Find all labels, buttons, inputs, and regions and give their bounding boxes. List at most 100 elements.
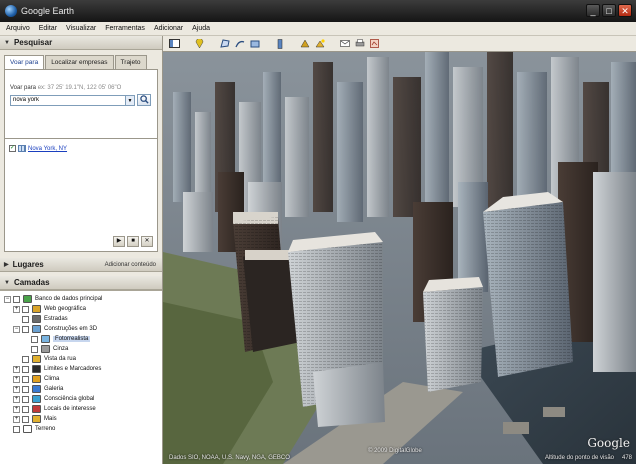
- map-viewport[interactable]: Dados SIO, NOAA, U.S. Navy, NGA, GEBCO ©…: [163, 52, 636, 464]
- close-button[interactable]: ✕: [618, 4, 632, 17]
- add-content-link[interactable]: Adicionar conteúdo: [105, 262, 156, 268]
- print-icon[interactable]: [354, 39, 365, 49]
- collapse-triangle-icon: ▼: [4, 39, 10, 46]
- layer-checkbox[interactable]: [22, 355, 29, 363]
- result-item[interactable]: ✓ Nova York, NY: [5, 139, 157, 152]
- expand-icon[interactable]: +: [13, 375, 20, 383]
- maps-icon[interactable]: [369, 39, 380, 49]
- layer-checkbox[interactable]: [31, 345, 38, 353]
- path-icon[interactable]: [234, 39, 245, 49]
- layer-item[interactable]: + Mais: [4, 414, 162, 424]
- layer-item[interactable]: + Clima: [4, 374, 162, 384]
- layer-checkbox[interactable]: [22, 315, 29, 323]
- tab-voar-para[interactable]: Voar para: [4, 55, 45, 69]
- expand-icon[interactable]: +: [13, 305, 20, 313]
- expand-icon[interactable]: +: [13, 365, 20, 373]
- left-panel: ▼ Pesquisar Voar para Localizar empresas…: [0, 36, 163, 464]
- tab-localizar-empresas[interactable]: Localizar empresas: [45, 55, 114, 69]
- tower-center-low: [313, 362, 385, 427]
- layer-item[interactable]: Terreno: [4, 424, 162, 434]
- minimize-button[interactable]: _: [586, 4, 600, 17]
- layer-icon: [32, 305, 41, 313]
- layer-item[interactable]: + Locais de interesse: [4, 404, 162, 414]
- layers-panel-header[interactable]: ▼ Camadas: [0, 276, 162, 290]
- layer-item[interactable]: Vista da rua: [4, 354, 162, 364]
- layer-item[interactable]: − Construções em 3D: [4, 324, 162, 334]
- layer-checkbox[interactable]: [22, 325, 29, 333]
- result-link[interactable]: Nova York, NY: [28, 146, 67, 152]
- layer-label: Construções em 3D: [44, 326, 98, 332]
- tab-trajeto[interactable]: Trajeto: [114, 55, 147, 69]
- layer-icon: [41, 345, 50, 353]
- layer-label: Locais de interesse: [44, 406, 96, 412]
- layer-checkbox[interactable]: [22, 305, 29, 313]
- layer-icon: [32, 385, 41, 393]
- imagery-credit: Dados SIO, NOAA, U.S. Navy, NGA, GEBCO: [169, 455, 290, 461]
- maximize-button[interactable]: □: [602, 4, 616, 17]
- layer-icon: [23, 425, 32, 433]
- expand-icon[interactable]: +: [13, 405, 20, 413]
- city-3d-scene: [163, 52, 636, 464]
- sun-icon[interactable]: [314, 39, 325, 49]
- layer-label: Consciência global: [44, 396, 95, 402]
- sidebar-toggle-icon[interactable]: [169, 39, 180, 49]
- places-panel-header[interactable]: ▶ Lugares Adicionar conteúdo: [0, 258, 162, 272]
- expand-icon[interactable]: +: [13, 395, 20, 403]
- overlay-icon[interactable]: [249, 39, 260, 49]
- layer-checkbox[interactable]: [22, 395, 29, 403]
- collapse-icon[interactable]: −: [4, 295, 11, 303]
- menu-editar[interactable]: Editar: [39, 25, 57, 32]
- layer-label: Web geográfica: [44, 306, 86, 312]
- history-icon[interactable]: [299, 39, 310, 49]
- search-button[interactable]: [137, 94, 151, 106]
- menu-visualizar[interactable]: Visualizar: [66, 25, 96, 32]
- menu-ferramentas[interactable]: Ferramentas: [105, 25, 145, 32]
- layer-checkbox[interactable]: [13, 295, 20, 303]
- toolbar: [163, 36, 636, 52]
- layer-item[interactable]: + Limites e Marcadores: [4, 364, 162, 374]
- menu-adicionar[interactable]: Adicionar: [154, 25, 183, 32]
- polygon-icon[interactable]: [219, 39, 230, 49]
- layer-checkbox[interactable]: [22, 415, 29, 423]
- layer-checkbox[interactable]: [31, 335, 38, 343]
- altitude-label: Altitude do ponto de visão: [544, 455, 614, 461]
- fly-to-hint: ex: 37 25' 19.1"N, 122 05' 06"O: [37, 85, 122, 91]
- layer-item[interactable]: + Web geográfica: [4, 304, 162, 314]
- layer-icon: [32, 415, 41, 423]
- collapse-icon[interactable]: −: [13, 325, 20, 333]
- layer-item[interactable]: + Galeria: [4, 384, 162, 394]
- placemark-icon[interactable]: [194, 38, 205, 49]
- layer-item[interactable]: Fotorrealista: [4, 334, 162, 344]
- layer-checkbox[interactable]: [22, 385, 29, 393]
- layer-item[interactable]: + Consciência global: [4, 394, 162, 404]
- clear-button[interactable]: ✕: [141, 236, 153, 247]
- layer-label: Galeria: [44, 386, 64, 392]
- expand-icon[interactable]: +: [13, 415, 20, 423]
- layer-label: Terreno: [35, 426, 56, 432]
- play-button[interactable]: ▶: [113, 236, 125, 247]
- layer-item[interactable]: − Banco de dados principal: [4, 294, 162, 304]
- search-panel-header[interactable]: ▼ Pesquisar: [0, 36, 162, 50]
- layer-icon: [32, 365, 41, 373]
- menu-ajuda[interactable]: Ajuda: [192, 25, 210, 32]
- tour-icon[interactable]: [274, 38, 285, 49]
- layer-checkbox[interactable]: [22, 405, 29, 413]
- expand-icon[interactable]: +: [13, 385, 20, 393]
- google-logo: Google: [587, 436, 630, 450]
- layer-checkbox[interactable]: [22, 375, 29, 383]
- search-history-dropdown[interactable]: ▼: [126, 94, 135, 106]
- fly-to-label-text: Voar para: [10, 85, 37, 91]
- layer-checkbox[interactable]: [22, 365, 29, 373]
- planet-icon[interactable]: [339, 39, 350, 49]
- search-tabs: Voar para Localizar empresas Trajeto: [4, 55, 158, 69]
- search-results: ✓ Nova York, NY ▶ ■ ✕: [4, 139, 158, 252]
- search-input[interactable]: [10, 94, 126, 106]
- collapse-triangle-icon: ▼: [4, 279, 10, 286]
- layer-item[interactable]: Cinza: [4, 344, 162, 354]
- tower-right-large: [483, 192, 573, 377]
- layer-item[interactable]: Estradas: [4, 314, 162, 324]
- menu-arquivo[interactable]: Arquivo: [6, 25, 30, 32]
- result-checkbox[interactable]: ✓: [9, 145, 16, 152]
- stop-button[interactable]: ■: [127, 236, 139, 247]
- layer-checkbox[interactable]: [13, 425, 20, 433]
